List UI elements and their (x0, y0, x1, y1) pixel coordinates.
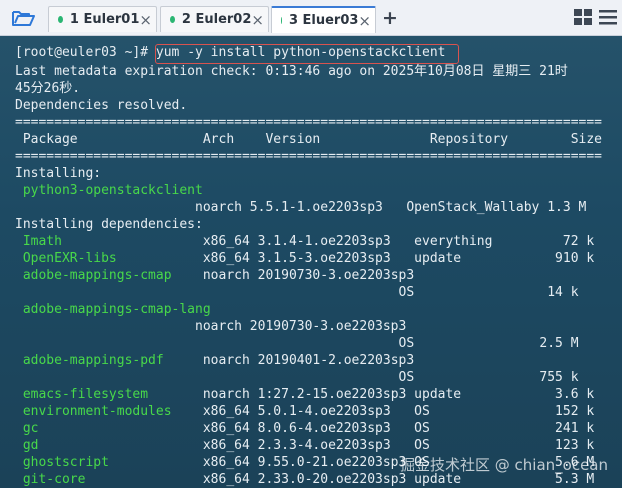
package-row: Imath x86_64 3.1.4-1.oe2203sp3 everythin… (15, 233, 594, 250)
package-details: x86_64 2.3.3-4.oe2203sp3 OS 123 k (38, 438, 595, 453)
package-row: adobe-mappings-cmap noarch 20190730-3.oe… (15, 267, 414, 284)
package-details: x86_64 3.1.5-3.oe2203sp3 update 910 k (116, 251, 595, 266)
package-name: emacs-filesystem (15, 387, 149, 402)
tab-euler02[interactable]: 2 Euler02 × (160, 6, 269, 32)
package-name: gd (15, 438, 39, 453)
status-dot-icon (281, 17, 282, 24)
package-name: ghostscript (15, 455, 109, 470)
package-row: OS 755 k (15, 369, 579, 386)
package-details: OS 755 k (15, 370, 579, 385)
tab-eluer03[interactable]: 3 Eluer03 × (271, 6, 376, 33)
close-icon[interactable]: × (251, 11, 264, 29)
package-details: OS 14 k (15, 285, 579, 300)
package-details: noarch 5.5.1-1.oe2203sp3 OpenStack_Walla… (15, 200, 587, 215)
installing-heading: Installing: (15, 166, 102, 181)
package-row: noarch 5.5.1-1.oe2203sp3 OpenStack_Walla… (15, 199, 586, 216)
add-tab-button[interactable]: + (380, 7, 400, 29)
separator-line: ========================================… (15, 115, 602, 130)
package-name: OpenEXR-libs (15, 251, 117, 266)
package-row: OS 2.5 M (15, 335, 579, 352)
package-row: adobe-mappings-cmap-lang (15, 301, 211, 318)
status-dot-icon (170, 16, 175, 23)
close-icon[interactable]: × (358, 12, 371, 30)
package-row: noarch 20190730-3.oe2203sp3 (15, 318, 406, 335)
package-row: environment-modules x86_64 5.0.1-4.oe220… (15, 403, 594, 420)
deps-resolved-line: Dependencies resolved. (15, 98, 188, 113)
package-details: x86_64 3.1.4-1.oe2203sp3 everything 72 k (61, 234, 595, 249)
package-details: noarch 20190401-2.oe2203sp3 (163, 353, 415, 368)
close-icon[interactable]: × (139, 11, 152, 29)
metadata-line: Last metadata expiration check: 0:13:46 … (15, 64, 568, 79)
tab-bar: 1 Euler01 × 2 Euler02 × 3 Eluer03 × + (0, 0, 622, 36)
command-highlight-box (155, 44, 459, 64)
package-details: noarch 1:27.2-15.oe2203sp3 update 3.6 k (148, 387, 595, 402)
package-name: Imath (15, 234, 62, 249)
package-name: gc (15, 421, 39, 436)
menu-icon[interactable] (599, 9, 617, 25)
package-row: gd x86_64 2.3.3-4.oe2203sp3 OS 123 k (15, 437, 594, 454)
package-row: OpenEXR-libs x86_64 3.1.5-3.oe2203sp3 up… (15, 250, 594, 267)
tab-label: 3 Eluer03 (288, 13, 359, 28)
tab-label: 2 Euler02 (181, 12, 252, 27)
package-name: environment-modules (15, 404, 172, 419)
package-details: noarch 20190730-3.oe2203sp3 (15, 319, 407, 334)
package-details: noarch 20190730-3.oe2203sp3 (171, 268, 415, 283)
tab-euler01[interactable]: 1 Euler01 × (48, 6, 157, 32)
package-row: emacs-filesystem noarch 1:27.2-15.oe2203… (15, 386, 594, 403)
table-header: Package Arch Version Repository Size (15, 132, 602, 147)
package-name: git-core (15, 472, 86, 487)
separator-line: ========================================… (15, 149, 602, 164)
terminal-output[interactable]: [root@euler03 ~]# yum -y install python-… (0, 36, 622, 488)
package-row: python3-openstackclient (15, 182, 203, 199)
package-name: python3-openstackclient (15, 183, 203, 198)
package-details: OS 2.5 M (15, 336, 579, 351)
package-name: adobe-mappings-pdf (15, 353, 164, 368)
tab-label: 1 Euler01 (69, 12, 140, 27)
package-details: x86_64 5.0.1-4.oe2203sp3 OS 152 k (171, 404, 595, 419)
package-row: gc x86_64 8.0.6-4.oe2203sp3 OS 241 k (15, 420, 594, 437)
grid-view-icon[interactable] (574, 9, 592, 25)
package-details: x86_64 8.0.6-4.oe2203sp3 OS 241 k (38, 421, 595, 436)
installing-deps-heading: Installing dependencies: (15, 217, 203, 232)
package-name: adobe-mappings-cmap-lang (15, 302, 211, 317)
status-dot-icon (58, 16, 63, 23)
package-row: adobe-mappings-pdf noarch 20190401-2.oe2… (15, 352, 414, 369)
package-row: OS 14 k (15, 284, 579, 301)
shell-prompt: [root@euler03 ~]# (15, 45, 149, 60)
watermark: 掘金技术社区 @ chian_ocean (399, 456, 608, 474)
folder-open-icon[interactable] (8, 6, 38, 30)
metadata-line-cont: 45分26秒. (15, 81, 81, 96)
package-name: adobe-mappings-cmap (15, 268, 172, 283)
